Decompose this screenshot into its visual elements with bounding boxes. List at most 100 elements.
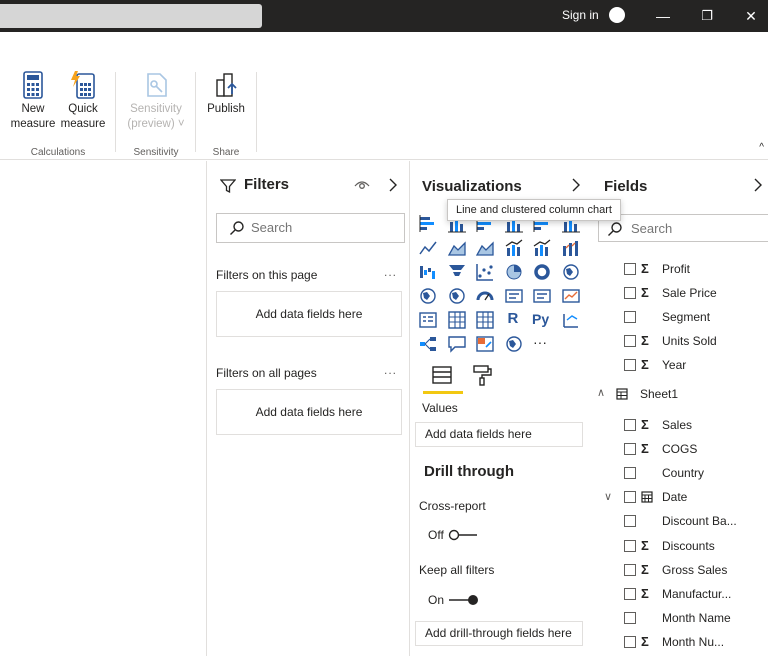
stacked-bar-chart-icon[interactable] bbox=[418, 214, 438, 234]
donut-chart-icon[interactable] bbox=[532, 262, 552, 282]
field-checkbox[interactable] bbox=[624, 491, 636, 504]
funnel-chart-icon[interactable] bbox=[447, 262, 467, 282]
field-checkbox[interactable] bbox=[624, 635, 636, 648]
matrix-icon[interactable] bbox=[475, 310, 495, 330]
field-row[interactable]: Σ Sales bbox=[596, 416, 768, 436]
field-row[interactable]: Σ Profit bbox=[596, 260, 768, 280]
gauge-icon[interactable] bbox=[475, 286, 495, 306]
filled-map-icon[interactable] bbox=[447, 286, 467, 306]
kpi-icon[interactable] bbox=[561, 286, 581, 306]
field-row[interactable]: Σ Gross Sales bbox=[596, 561, 768, 581]
new-measure-label-2: measure bbox=[10, 118, 56, 130]
group-label-share: Share bbox=[212, 147, 240, 158]
sensitivity-button[interactable]: Sensitivity (preview) ˅ bbox=[124, 70, 188, 132]
field-checkbox[interactable] bbox=[624, 335, 636, 348]
slicer-icon[interactable] bbox=[418, 310, 438, 330]
field-row[interactable]: Σ Month Nu... bbox=[596, 633, 768, 653]
field-checkbox[interactable] bbox=[624, 587, 636, 600]
field-row[interactable]: Σ Units Sold bbox=[596, 332, 768, 352]
chevron-right-icon[interactable] bbox=[753, 178, 763, 192]
field-checkbox[interactable] bbox=[624, 311, 636, 324]
filters-search-input[interactable] bbox=[216, 213, 405, 243]
chevron-up-icon[interactable]: ∧ bbox=[597, 386, 605, 399]
paint-roller-icon[interactable] bbox=[471, 364, 493, 386]
chevron-down-icon[interactable]: ∨ bbox=[604, 490, 612, 503]
values-drop-well[interactable]: Add data fields here bbox=[415, 422, 583, 447]
ribbon-chart-icon[interactable] bbox=[561, 238, 581, 258]
qa-icon[interactable] bbox=[447, 334, 467, 354]
field-label: Sale Price bbox=[662, 286, 717, 301]
avatar[interactable] bbox=[609, 7, 625, 23]
line-clustered-column-chart-icon[interactable] bbox=[532, 238, 552, 258]
waterfall-chart-icon[interactable] bbox=[418, 262, 438, 282]
field-checkbox[interactable] bbox=[624, 563, 636, 576]
field-checkbox[interactable] bbox=[624, 359, 636, 372]
field-checkbox[interactable] bbox=[624, 515, 636, 528]
title-search-box[interactable] bbox=[0, 4, 262, 28]
filters-search-field[interactable] bbox=[251, 220, 391, 235]
more-options-icon[interactable]: ... bbox=[384, 363, 397, 377]
multi-row-card-icon[interactable] bbox=[532, 286, 552, 306]
field-row[interactable]: Σ Sale Price bbox=[596, 284, 768, 304]
filters-all-pages-drop-well[interactable]: Add data fields here bbox=[216, 389, 402, 435]
sign-in-link[interactable]: Sign in bbox=[562, 8, 599, 22]
drill-through-drop-well[interactable]: Add drill-through fields here bbox=[415, 621, 583, 646]
area-chart-icon[interactable] bbox=[447, 238, 467, 258]
arcgis-map-icon[interactable] bbox=[504, 334, 524, 354]
field-label: Gross Sales bbox=[662, 562, 728, 577]
map-icon[interactable] bbox=[418, 286, 438, 306]
restore-icon[interactable]: ❐ bbox=[695, 4, 719, 28]
field-row[interactable]: Σ Discounts bbox=[596, 537, 768, 557]
filters-page-drop-well[interactable]: Add data fields here bbox=[216, 291, 402, 337]
field-checkbox[interactable] bbox=[624, 611, 636, 624]
eye-icon[interactable] bbox=[354, 178, 370, 192]
field-checkbox[interactable] bbox=[624, 419, 636, 431]
quick-measure-button[interactable]: Quick measure bbox=[58, 70, 108, 132]
close-icon[interactable]: ✕ bbox=[739, 4, 763, 28]
publish-button[interactable]: Publish bbox=[202, 70, 250, 117]
fields-search-input[interactable] bbox=[598, 214, 768, 242]
fields-search-field[interactable] bbox=[631, 221, 751, 236]
field-row[interactable]: Segment bbox=[596, 308, 768, 328]
fields-tab-icon[interactable] bbox=[431, 364, 453, 386]
field-row[interactable]: Σ COGS bbox=[596, 440, 768, 460]
minimize-icon[interactable]: — bbox=[651, 4, 675, 28]
chevron-right-icon[interactable] bbox=[571, 178, 581, 192]
table-row-sheet1[interactable]: ∧ Sheet1 bbox=[596, 385, 768, 405]
field-checkbox[interactable] bbox=[624, 539, 636, 552]
scatter-chart-icon[interactable] bbox=[475, 262, 495, 282]
cross-report-toggle[interactable]: Off bbox=[428, 528, 477, 542]
sigma-icon: Σ bbox=[641, 537, 649, 553]
field-checkbox[interactable] bbox=[624, 287, 636, 300]
key-influencers-icon[interactable] bbox=[561, 310, 581, 330]
decomposition-tree-icon[interactable] bbox=[418, 334, 438, 354]
field-row[interactable]: Discount Ba... bbox=[596, 512, 768, 532]
line-chart-icon[interactable] bbox=[418, 238, 438, 258]
python-visual-icon[interactable]: Py bbox=[532, 310, 552, 330]
field-row[interactable]: Country bbox=[596, 464, 768, 484]
stacked-area-chart-icon[interactable] bbox=[475, 238, 495, 258]
smart-narrative-icon[interactable] bbox=[475, 334, 495, 354]
field-checkbox[interactable] bbox=[624, 263, 636, 275]
field-checkbox[interactable] bbox=[624, 467, 636, 480]
field-row[interactable]: Month Name bbox=[596, 609, 768, 629]
tooltip: Line and clustered column chart bbox=[447, 199, 621, 221]
table-icon[interactable] bbox=[447, 310, 467, 330]
new-measure-button[interactable]: New measure bbox=[8, 70, 58, 132]
card-icon[interactable] bbox=[504, 286, 524, 306]
chevron-right-icon[interactable] bbox=[388, 178, 398, 192]
more-visuals-icon[interactable]: ··· bbox=[532, 334, 552, 354]
treemap-icon[interactable] bbox=[561, 262, 581, 282]
keep-all-filters-toggle[interactable]: On bbox=[428, 593, 478, 607]
line-stacked-column-chart-icon[interactable] bbox=[504, 238, 524, 258]
field-row[interactable]: Σ Year bbox=[596, 356, 768, 376]
collapse-ribbon-icon[interactable]: ^ bbox=[759, 142, 764, 153]
field-checkbox[interactable] bbox=[624, 443, 636, 456]
more-options-icon[interactable]: ... bbox=[384, 265, 397, 279]
publish-label: Publish bbox=[207, 103, 245, 115]
field-row[interactable]: Σ Manufactur... bbox=[596, 585, 768, 605]
pie-chart-icon[interactable] bbox=[504, 262, 524, 282]
field-row[interactable]: ∨ Date bbox=[596, 488, 768, 508]
r-visual-icon[interactable]: R bbox=[504, 310, 524, 330]
report-canvas[interactable] bbox=[0, 161, 207, 656]
